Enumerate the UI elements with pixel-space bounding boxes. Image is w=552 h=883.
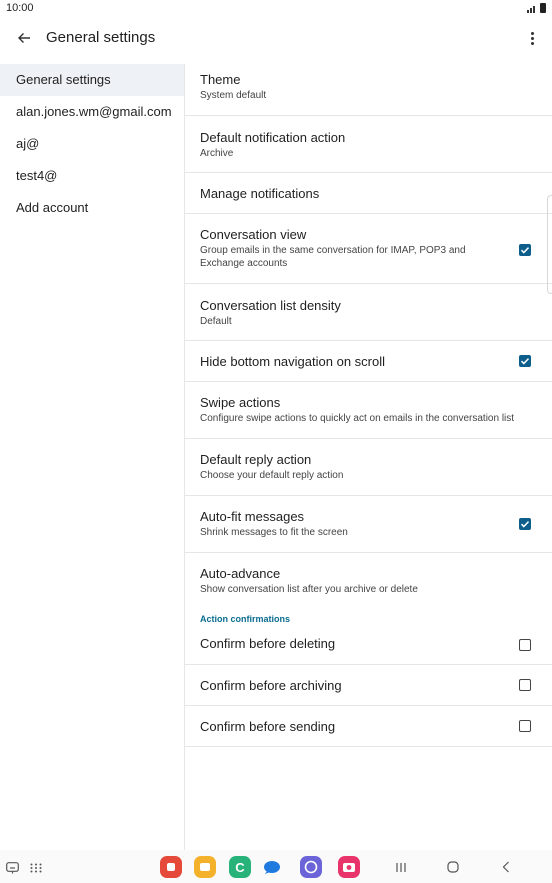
page-title: General settings [46,29,156,46]
more-vert-icon [530,31,534,35]
setting-subtitle: System default [200,90,267,101]
accounts-pane: General settings alan.jones.wm@gmail.com… [0,64,184,850]
section-header-action-confirmations: Action confirmations [200,614,291,624]
home-icon[interactable] [445,860,461,874]
setting-title: Auto-advance [200,566,281,581]
setting-auto-fit-messages[interactable]: Auto-fit messages Shrink messages to fit… [185,496,552,553]
setting-title: Confirm before archiving [200,678,342,693]
status-time: 10:00 [6,2,34,14]
status-bar: 10:00 [0,0,552,18]
internet-app-icon[interactable] [300,856,322,878]
more-options-button[interactable] [526,27,538,49]
confirm-sending-checkbox[interactable] [519,720,531,732]
confirm-deleting-checkbox[interactable] [519,639,531,651]
check-icon [520,521,530,528]
confirm-archiving-checkbox[interactable] [519,679,531,691]
setting-swipe-actions[interactable]: Swipe actions Configure swipe actions to… [185,382,552,439]
battery-icon [540,3,546,13]
setting-theme[interactable]: Theme System default [185,58,552,116]
setting-title: Default notification action [200,130,346,145]
settings-list: Theme System default Default notificatio… [185,58,552,747]
setting-title: Auto-fit messages [200,509,305,524]
camera-app-icon[interactable] [338,856,360,878]
setting-confirm-sending[interactable]: Confirm before sending [185,706,552,747]
setting-default-notification-action[interactable]: Default notification action Archive [185,116,552,173]
nav-item-account[interactable]: alan.jones.wm@gmail.com [0,96,184,128]
back-nav-icon[interactable] [498,860,514,874]
setting-title: Conversation list density [200,298,341,313]
status-icons [527,3,546,13]
taskbar: C [0,850,552,883]
back-button[interactable] [12,26,36,50]
setting-title: Swipe actions [200,395,281,410]
nav-item-general-settings[interactable]: General settings [0,64,184,96]
apps-grid-icon[interactable] [29,861,43,875]
nav-item-add-account[interactable]: Add account [0,192,184,224]
setting-subtitle: Archive [200,148,234,159]
setting-title: Manage notifications [200,186,320,201]
setting-subtitle: Choose your default reply action [200,470,344,481]
setting-title: Theme [200,72,241,87]
app-bar: General settings [0,18,552,58]
setting-subtitle: Configure swipe actions to quickly act o… [200,413,515,424]
setting-confirm-archiving[interactable]: Confirm before archiving [185,665,552,706]
setting-confirm-deleting[interactable]: Confirm before deleting [185,629,552,665]
scrollbar[interactable] [547,195,552,294]
setting-title: Default reply action [200,452,312,467]
nav-item-account[interactable]: test4@ [0,160,184,192]
app-red-icon[interactable] [160,856,182,878]
setting-default-reply-action[interactable]: Default reply action Choose your default… [185,439,552,496]
check-icon [520,247,530,254]
keyboard-icon[interactable] [5,861,19,875]
setting-subtitle: Default [200,316,232,327]
check-icon [520,358,530,365]
setting-manage-notifications[interactable]: Manage notifications [185,173,552,214]
setting-subtitle: Shrink messages to fit the screen [200,527,348,538]
setting-subtitle: Show conversation list after you archive… [200,584,418,595]
app-yellow-icon[interactable] [194,856,216,878]
setting-title: Conversation view [200,227,307,242]
hide-bottom-navigation-checkbox[interactable] [519,355,531,367]
setting-title: Hide bottom navigation on scroll [200,354,385,369]
recents-icon[interactable] [393,860,409,874]
setting-conversation-view[interactable]: Conversation view Group emails in the sa… [185,214,552,284]
nav-item-account[interactable]: aj@ [0,128,184,160]
setting-conversation-list-density[interactable]: Conversation list density Default [185,284,552,341]
setting-hide-bottom-navigation[interactable]: Hide bottom navigation on scroll [185,341,552,382]
arrow-back-icon [18,33,30,43]
setting-subtitle: Group emails in the same conversation fo… [200,245,466,269]
messages-app-icon[interactable] [263,860,281,875]
conversation-view-checkbox[interactable] [519,244,531,256]
setting-auto-advance[interactable]: Auto-advance Show conversation list afte… [185,553,552,610]
phone-app-icon[interactable]: C [229,856,251,878]
auto-fit-messages-checkbox[interactable] [519,518,531,530]
setting-title: Confirm before deleting [200,636,336,651]
signal-icon [527,6,535,13]
setting-title: Confirm before sending [200,719,336,734]
